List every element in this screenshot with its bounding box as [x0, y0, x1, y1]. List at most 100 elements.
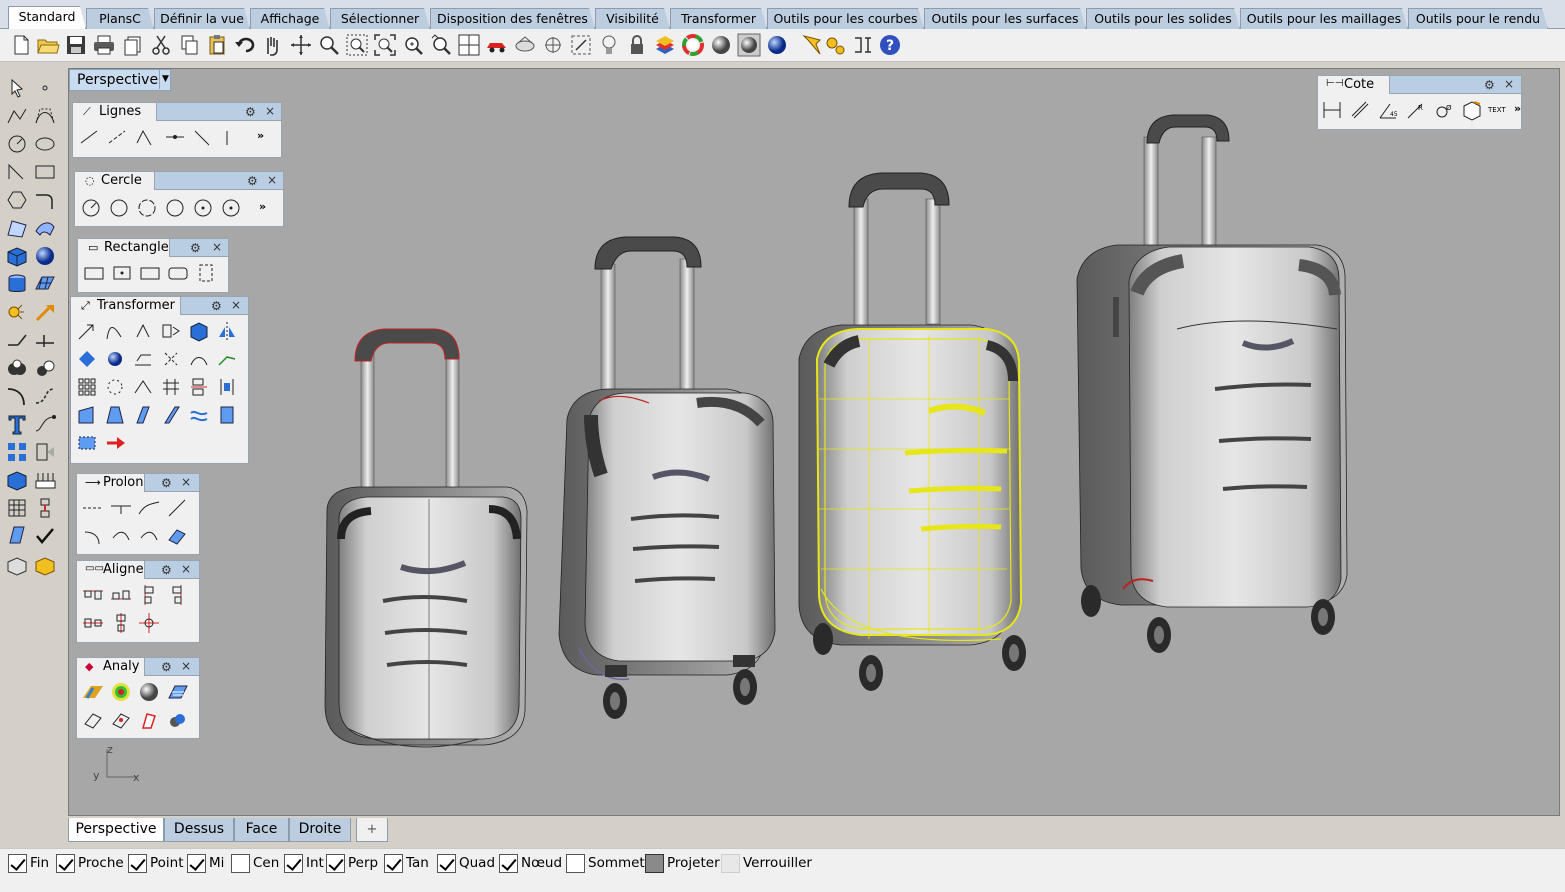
osnap-mi[interactable]: Mi [187, 852, 224, 874]
light-burst-icon[interactable] [4, 299, 30, 325]
gear-icon[interactable]: ⚙ [161, 476, 172, 490]
align-objects-icon[interactable] [187, 375, 211, 399]
flow-surface-icon[interactable] [131, 403, 155, 427]
open-box-icon[interactable] [4, 551, 30, 577]
more-icon[interactable]: » [259, 200, 266, 213]
circle-2pt-icon[interactable] [107, 196, 131, 220]
circle-3pt-icon[interactable] [135, 196, 159, 220]
draft-angle-icon[interactable] [165, 680, 189, 704]
tangent-line-icon[interactable] [191, 125, 215, 149]
thickness-analysis-icon[interactable] [137, 708, 161, 732]
osnap-perp[interactable]: Perp [326, 852, 378, 874]
tab-outils-solides[interactable]: Outils pour les solides [1086, 8, 1240, 29]
flow-icon[interactable] [215, 347, 239, 371]
splop-icon[interactable] [159, 403, 183, 427]
array-grid-icon[interactable] [75, 375, 99, 399]
orient-icon[interactable] [75, 347, 99, 371]
extend-smooth-icon[interactable] [165, 496, 189, 520]
scale-icon[interactable] [159, 319, 183, 343]
distribute-icon[interactable] [32, 495, 58, 521]
array-icon[interactable] [4, 439, 30, 465]
zoom-extents-icon[interactable] [372, 32, 398, 58]
render-analysis-icon[interactable] [165, 708, 189, 732]
circle-fit-points-icon[interactable] [219, 196, 243, 220]
gear-icon[interactable]: ⚙ [247, 174, 258, 188]
move-icon[interactable] [75, 319, 99, 343]
line-icon[interactable] [77, 125, 101, 149]
curvature-analysis-icon[interactable] [81, 680, 105, 704]
gear-icon[interactable]: ⚙ [161, 660, 172, 674]
tab-outils-maillages[interactable]: Outils pour les maillages [1240, 8, 1408, 29]
boolean-union-icon[interactable] [4, 355, 30, 381]
checkbox[interactable] [645, 853, 664, 873]
bend-icon[interactable] [187, 347, 211, 371]
polygon-icon[interactable] [4, 187, 30, 213]
rectangle-icon[interactable] [32, 159, 58, 185]
line-segments-icon[interactable] [105, 125, 129, 149]
align-horizontal-center-icon[interactable] [81, 611, 105, 635]
zebra-analysis-icon[interactable] [109, 680, 133, 704]
close-icon[interactable]: × [181, 562, 191, 576]
tab-visibilite[interactable]: Visibilité [595, 8, 670, 29]
array-curve-icon[interactable] [131, 375, 155, 399]
mesh-plane-icon[interactable] [32, 271, 58, 297]
fillet-edge-icon[interactable] [4, 383, 30, 409]
text-tool-icon[interactable] [4, 411, 30, 437]
surface-twist-icon[interactable] [4, 523, 30, 549]
checkbox[interactable] [231, 853, 250, 873]
gear-icon[interactable]: ⚙ [161, 563, 172, 577]
align-bottom-icon[interactable] [109, 583, 133, 607]
rect-rounded-icon[interactable] [166, 261, 190, 285]
layer-icon[interactable] [652, 32, 678, 58]
text-annotation-icon[interactable]: TEXT [1488, 98, 1512, 122]
color-wheel-icon[interactable] [680, 32, 706, 58]
tab-droite[interactable]: Droite [289, 818, 351, 842]
close-icon[interactable]: × [212, 240, 222, 254]
check-icon[interactable] [32, 523, 58, 549]
twist-icon[interactable] [159, 347, 183, 371]
osnap-proche[interactable]: Proche [56, 852, 124, 874]
suitcase-medium[interactable] [558, 236, 776, 719]
osnap-projeter[interactable]: Projeter [645, 852, 720, 874]
ellipse-icon[interactable] [32, 131, 58, 157]
osnap-cen[interactable]: Cen [231, 852, 279, 874]
save-icon[interactable] [63, 32, 89, 58]
smash-icon[interactable] [187, 403, 211, 427]
close-icon[interactable]: × [265, 104, 275, 118]
gear-icon[interactable]: ⚙ [1484, 78, 1495, 92]
undo-view-icon[interactable] [428, 32, 454, 58]
checkbox[interactable] [56, 853, 75, 873]
circle-icon[interactable] [4, 131, 30, 157]
checkbox[interactable] [8, 853, 27, 873]
named-view-icon[interactable] [512, 32, 538, 58]
tab-outils-rendu[interactable]: Outils pour le rendu [1408, 8, 1548, 29]
car-icon[interactable] [484, 32, 510, 58]
extend-by-arc-point-icon[interactable] [137, 524, 161, 548]
environment-map-icon[interactable] [137, 680, 161, 704]
point-icon[interactable] [32, 75, 58, 101]
copy-curve-icon[interactable] [103, 319, 127, 343]
osnap-quad[interactable]: Quad [437, 852, 495, 874]
stretch-icon[interactable] [103, 403, 127, 427]
tab-standard[interactable]: Standard [8, 6, 86, 30]
blend-curve-icon[interactable] [32, 383, 58, 409]
shaded-sphere-icon[interactable] [708, 32, 734, 58]
checkbox[interactable] [721, 853, 740, 873]
undo-icon[interactable] [232, 32, 258, 58]
aligned-dimension-icon[interactable] [1348, 98, 1372, 122]
extend-line-icon[interactable] [4, 327, 30, 353]
paste-icon[interactable] [204, 32, 230, 58]
lightbulb-icon[interactable] [596, 32, 622, 58]
suitcase-selected[interactable] [798, 172, 1026, 691]
osnap-verrouiller[interactable]: Verrouiller [721, 852, 812, 874]
rotate-view-icon[interactable] [288, 32, 314, 58]
close-icon[interactable]: × [181, 659, 191, 673]
align-center-icon[interactable] [137, 611, 161, 635]
circle-around-curve-icon[interactable] [191, 196, 215, 220]
polyline-line-icon[interactable] [133, 125, 157, 149]
sphere-solid-icon[interactable] [32, 243, 58, 269]
taper-icon[interactable] [75, 403, 99, 427]
angle-dimension-icon[interactable]: 45 [1376, 98, 1400, 122]
align-left-icon[interactable] [137, 583, 161, 607]
extend-line-tool-icon[interactable] [109, 496, 133, 520]
